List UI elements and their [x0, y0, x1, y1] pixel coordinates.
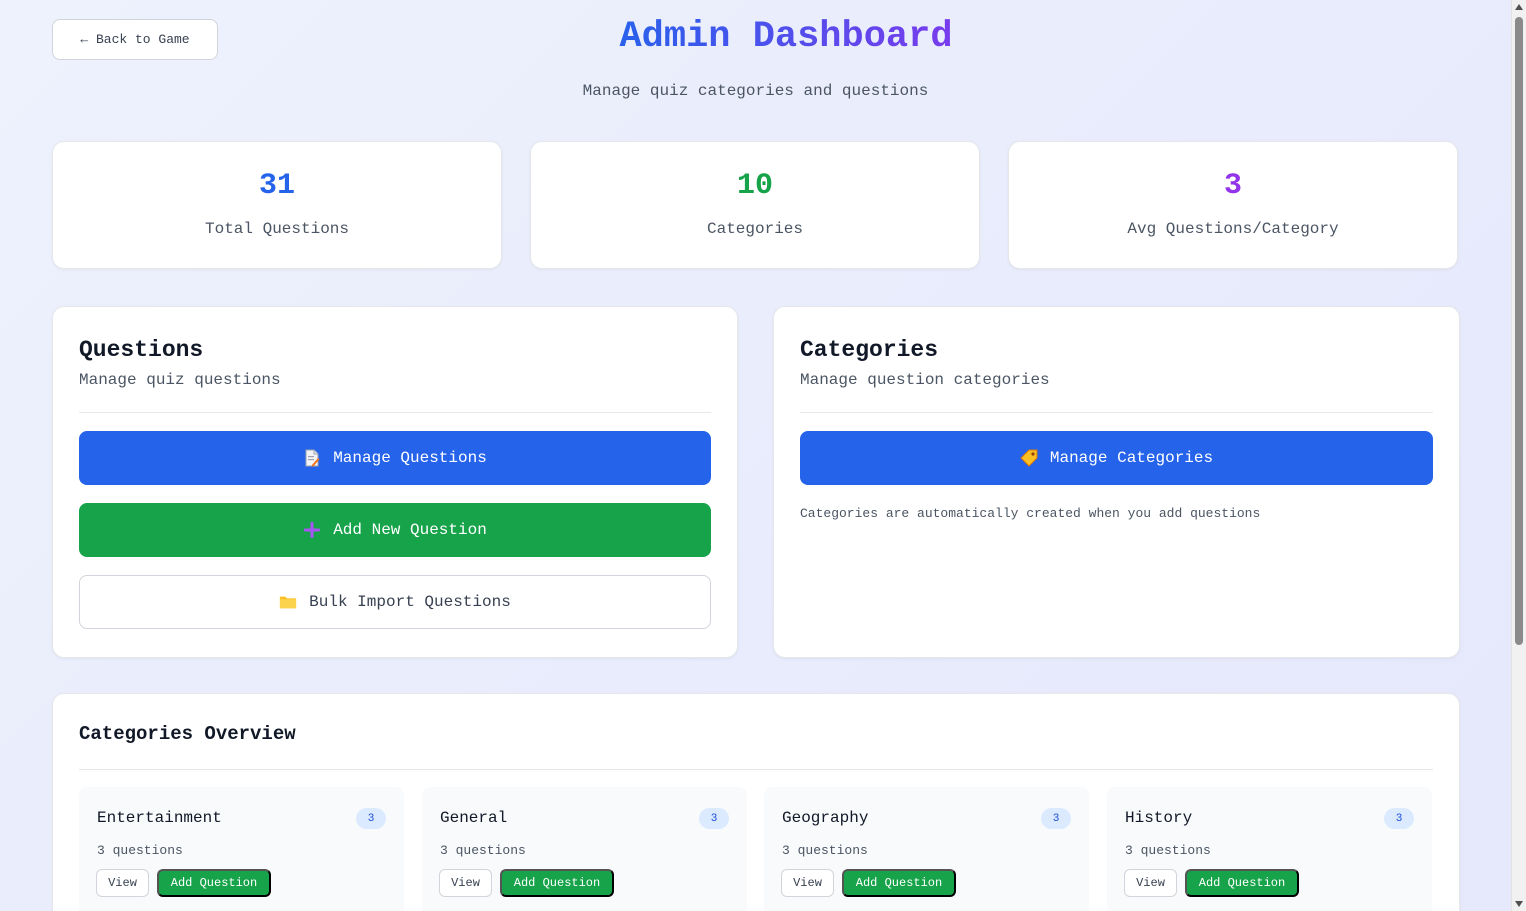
stat-value: 31	[258, 169, 295, 203]
memo-icon	[303, 449, 321, 467]
categories-hint: Categories are automatically created whe…	[800, 506, 1261, 521]
add-question-button[interactable]: Add Question	[842, 869, 956, 897]
page-title-wrap: Admin Dashboard	[605, 16, 967, 62]
categories-overview: Categories Overview Entertainment 3 3 qu…	[52, 693, 1460, 911]
bulk-import-questions-button[interactable]: Bulk Import Questions	[79, 575, 711, 629]
scroll-up-arrow-icon[interactable]	[1515, 4, 1523, 10]
bulk-import-questions-label: Bulk Import Questions	[309, 593, 511, 611]
manage-categories-label: Manage Categories	[1049, 449, 1214, 467]
stat-card-categories: 10 Categories	[530, 141, 980, 269]
add-question-button[interactable]: Add Question	[157, 869, 271, 897]
scroll-down-arrow-icon[interactable]	[1515, 901, 1523, 907]
category-card-general: General 3 3 questions View Add Question	[422, 787, 747, 911]
page-subtitle: Manage quiz categories and questions	[582, 82, 929, 100]
manage-categories-button[interactable]: Manage Categories	[800, 431, 1433, 485]
plus-icon	[303, 521, 321, 539]
category-card-geography: Geography 3 3 questions View Add Questio…	[764, 787, 1089, 911]
category-card-history: History 3 3 questions View Add Question	[1107, 787, 1432, 911]
questions-panel: Questions Manage quiz questions Manage Q…	[52, 306, 738, 658]
stat-label: Total Questions	[204, 220, 350, 238]
scrollbar-thumb[interactable]	[1515, 17, 1523, 645]
admin-dashboard-page: ← Back to Game Admin Dashboard Manage qu…	[0, 0, 1511, 911]
stat-card-avg-questions: 3 Avg Questions/Category	[1008, 141, 1458, 269]
stat-card-total-questions: 31 Total Questions	[52, 141, 502, 269]
view-category-button[interactable]: View	[96, 869, 149, 897]
manage-questions-label: Manage Questions	[333, 449, 487, 467]
category-count-badge: 3	[1384, 808, 1414, 829]
category-question-count: 3 questions	[782, 843, 868, 858]
add-question-button[interactable]: Add Question	[1185, 869, 1299, 897]
back-to-game-button[interactable]: ← Back to Game	[52, 19, 218, 60]
category-count-badge: 3	[699, 808, 729, 829]
category-card-entertainment: Entertainment 3 3 questions View Add Que…	[79, 787, 404, 911]
category-name: History	[1125, 809, 1193, 827]
category-question-count: 3 questions	[440, 843, 526, 858]
folder-icon	[279, 593, 297, 611]
questions-panel-description: Manage quiz questions	[79, 371, 281, 389]
tag-icon	[1020, 449, 1038, 467]
add-question-button[interactable]: Add Question	[500, 869, 614, 897]
vertical-scrollbar[interactable]	[1511, 0, 1526, 911]
page-title: Admin Dashboard	[605, 16, 967, 58]
view-category-button[interactable]: View	[781, 869, 834, 897]
add-new-question-label: Add New Question	[333, 521, 487, 539]
stat-value: 10	[736, 169, 773, 203]
questions-panel-title: Questions	[79, 337, 204, 363]
category-question-count: 3 questions	[1125, 843, 1211, 858]
add-new-question-button[interactable]: Add New Question	[79, 503, 711, 557]
divider	[79, 412, 711, 413]
categories-panel-title: Categories	[800, 337, 939, 363]
category-count-badge: 3	[1041, 808, 1071, 829]
divider	[800, 412, 1433, 413]
view-category-button[interactable]: View	[1124, 869, 1177, 897]
category-question-count: 3 questions	[97, 843, 183, 858]
divider	[79, 769, 1433, 770]
overview-title: Categories Overview	[79, 723, 296, 745]
category-name: Entertainment	[97, 809, 222, 827]
categories-panel-description: Manage question categories	[800, 371, 1050, 389]
view-category-button[interactable]: View	[439, 869, 492, 897]
category-name: Geography	[782, 809, 869, 827]
stat-label: Categories	[706, 220, 803, 238]
stat-label: Avg Questions/Category	[1127, 220, 1339, 238]
category-name: General	[440, 809, 508, 827]
categories-panel: Categories Manage question categories Ma…	[773, 306, 1460, 658]
category-count-badge: 3	[356, 808, 386, 829]
stat-value: 3	[1223, 169, 1242, 203]
manage-questions-button[interactable]: Manage Questions	[79, 431, 711, 485]
